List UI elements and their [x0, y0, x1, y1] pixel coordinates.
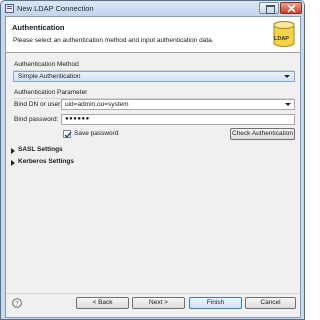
- title-bar[interactable]: New LDAP Connection: [1, 1, 304, 16]
- finish-button[interactable]: Finish: [189, 297, 242, 309]
- kerberos-settings-label: Kerberos Settings: [18, 158, 74, 165]
- app-icon: [5, 4, 14, 13]
- bind-dn-combo[interactable]: uid=admin,ou=system: [61, 99, 295, 110]
- close-icon: [287, 4, 296, 13]
- auth-method-select[interactable]: Simple Authentication: [13, 71, 295, 82]
- page-description: Please select an authentication method a…: [13, 37, 214, 44]
- cancel-button[interactable]: Cancel: [245, 297, 296, 309]
- bind-dn-label: Bind DN or user:: [14, 101, 63, 108]
- expand-arrow-icon: [11, 148, 15, 154]
- bind-password-label: Bind password:: [14, 116, 59, 123]
- ldap-database-icon: [273, 21, 295, 47]
- wizard-header: Authentication Please select an authenti…: [6, 17, 300, 53]
- auth-method-label: Authentication Method: [14, 61, 79, 68]
- chevron-down-icon: [285, 103, 291, 106]
- back-button[interactable]: < Back: [76, 297, 129, 309]
- chevron-down-icon: [284, 75, 290, 78]
- bind-dn-value: uid=admin,ou=system: [65, 101, 129, 108]
- save-password-checkbox[interactable]: [63, 130, 72, 139]
- checkmark-icon: [64, 131, 72, 139]
- page-title: Authentication: [12, 23, 65, 32]
- auth-param-label: Authentication Parameter: [14, 89, 88, 96]
- footer-divider: [6, 293, 300, 294]
- check-authentication-button[interactable]: Check Authentication: [230, 128, 295, 140]
- help-icon[interactable]: ?: [12, 298, 22, 308]
- close-button[interactable]: [280, 2, 302, 14]
- sasl-settings-label: SASL Settings: [18, 146, 63, 153]
- maximize-button[interactable]: [259, 2, 279, 14]
- save-password-label: Save password: [74, 130, 119, 137]
- bind-password-value: ●●●●●●: [65, 116, 90, 122]
- next-button[interactable]: Next >: [132, 297, 185, 309]
- svg-text:?: ?: [15, 300, 19, 307]
- dialog-client-area: Authentication Please select an authenti…: [5, 16, 301, 318]
- window-title: New LDAP Connection: [17, 4, 94, 13]
- dialog-window: New LDAP Connection Authentication Pleas…: [0, 0, 305, 320]
- auth-method-selected: Simple Authentication: [18, 73, 81, 80]
- ldap-logo-text: LDAP: [274, 36, 289, 42]
- expand-arrow-icon: [11, 160, 15, 166]
- bind-password-field[interactable]: ●●●●●●: [61, 114, 295, 125]
